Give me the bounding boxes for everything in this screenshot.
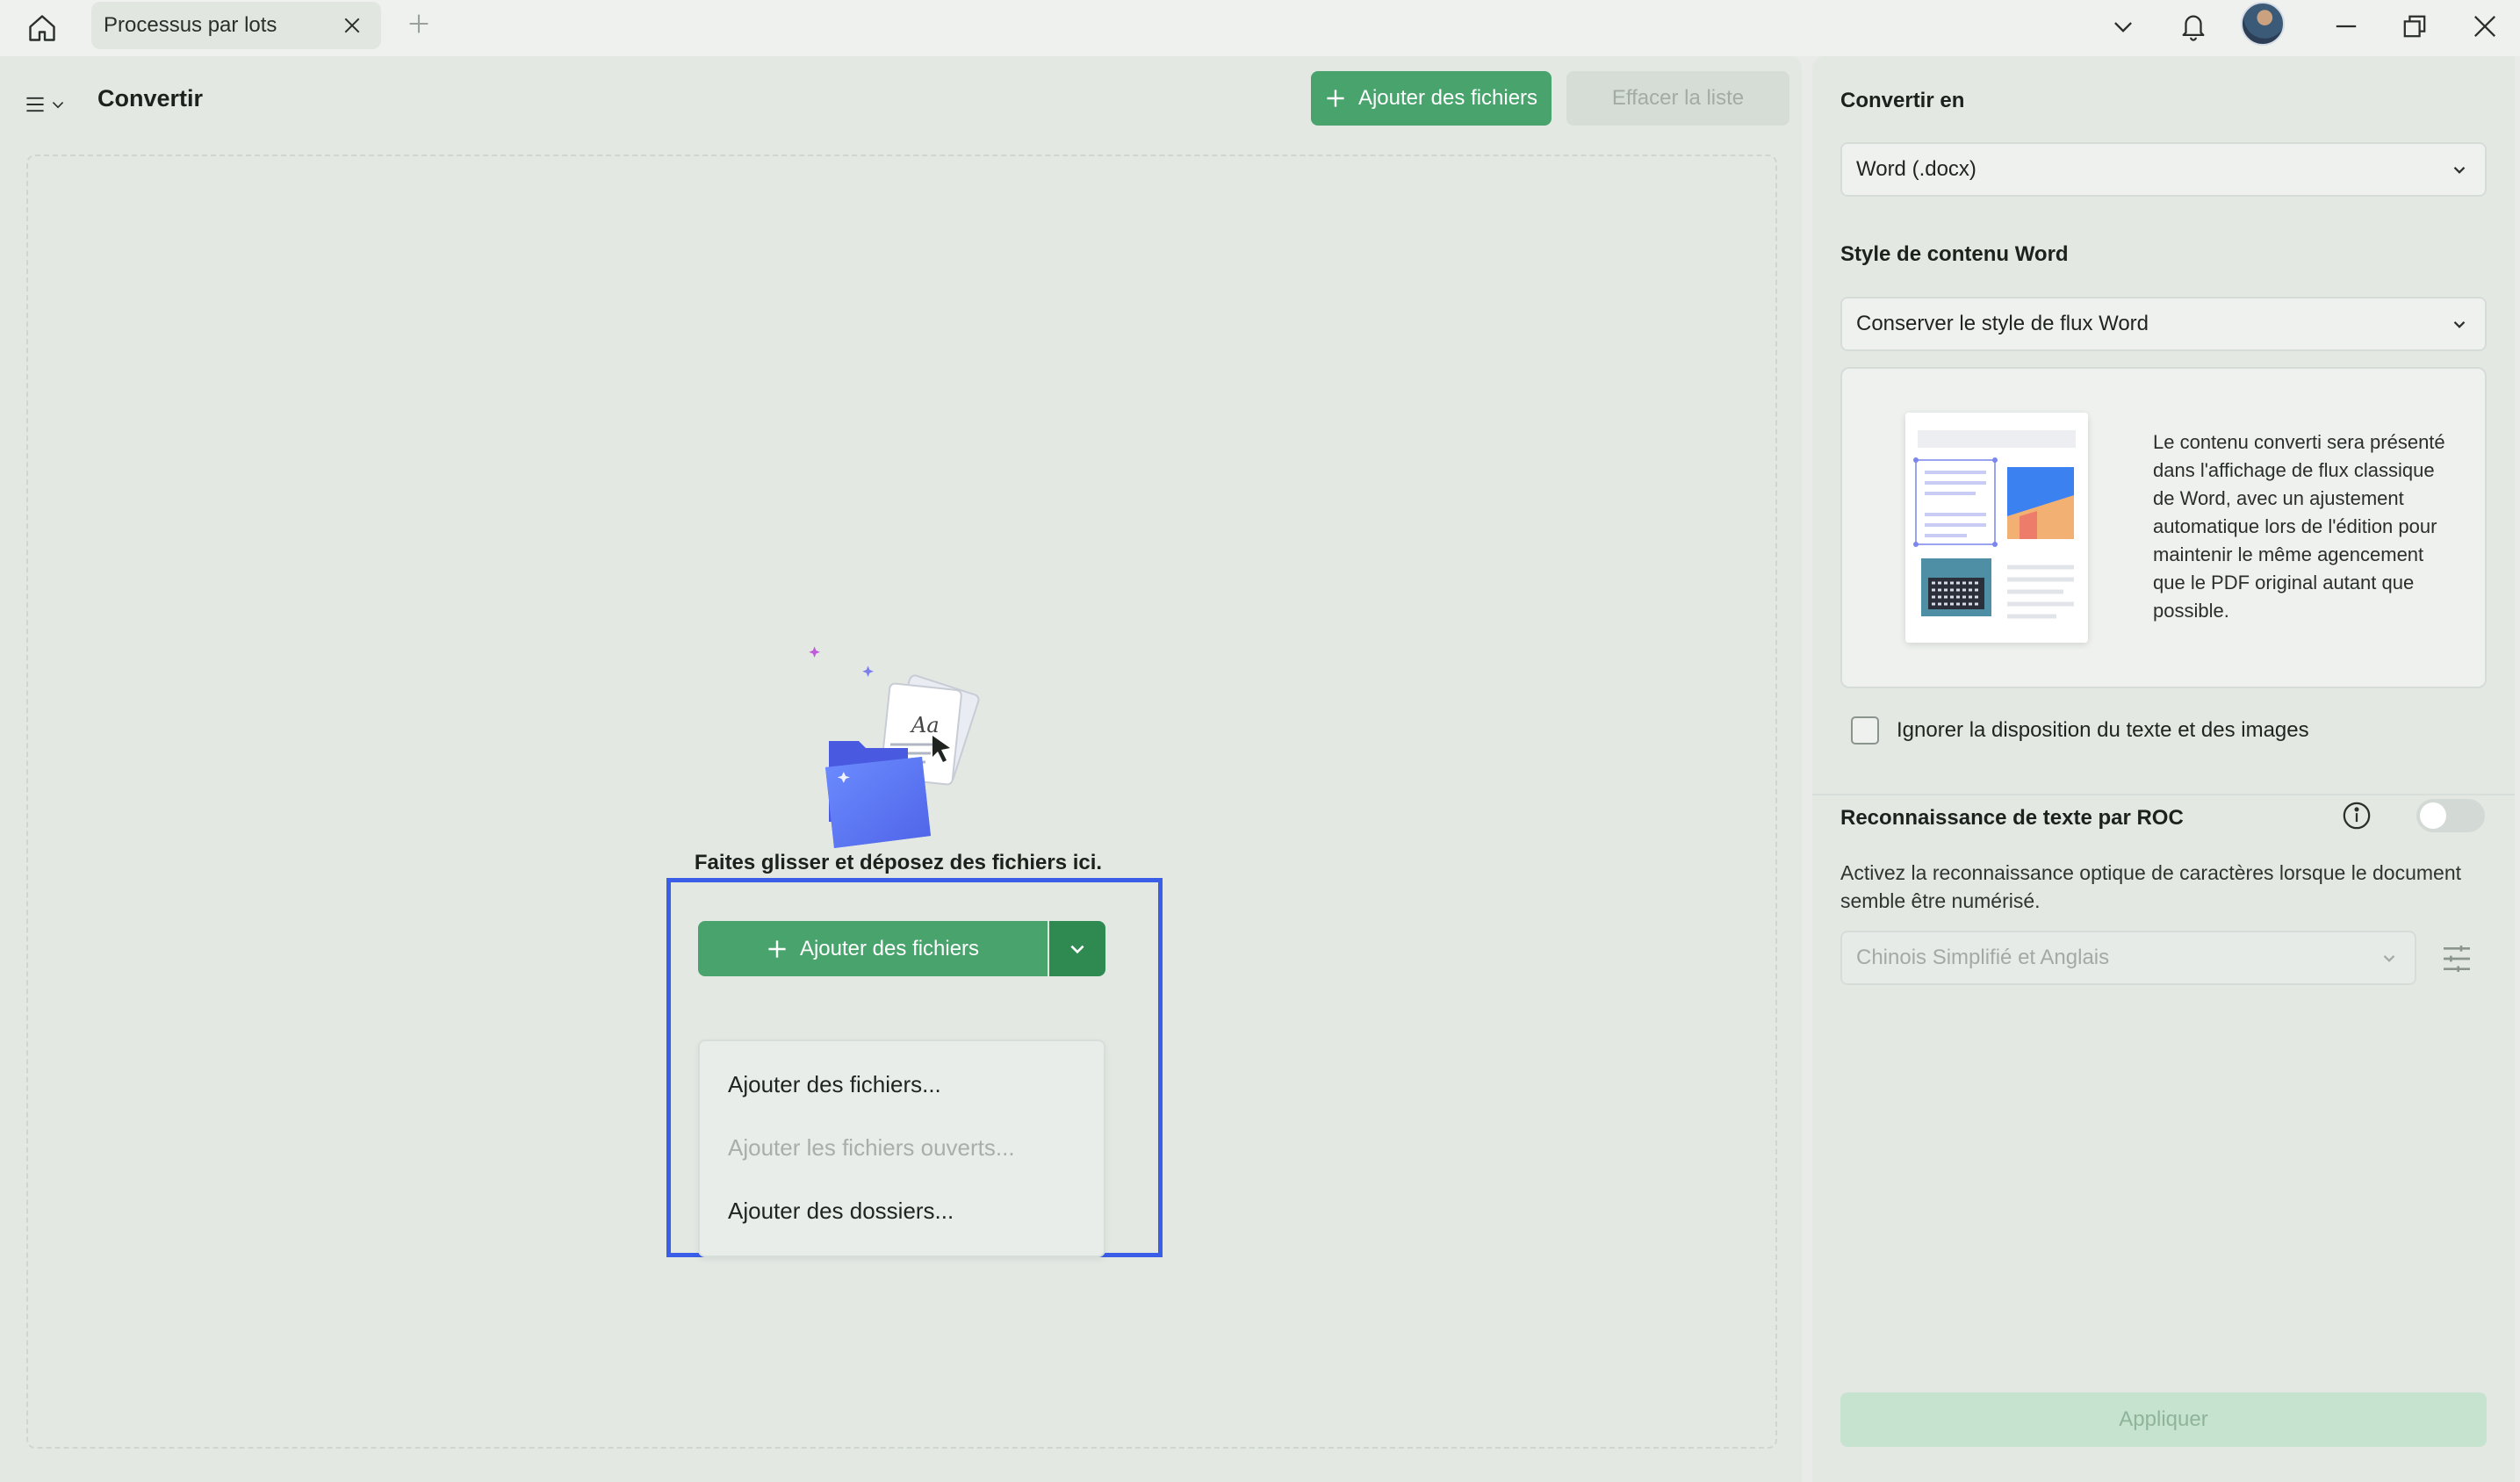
page-title: Convertir	[97, 85, 204, 112]
chevron-down-icon	[1070, 945, 1084, 953]
drop-instruction: Faites glisser et déposez des fichiers i…	[0, 851, 1802, 875]
minimize-button[interactable]	[2325, 5, 2367, 47]
notifications-button[interactable]	[2172, 5, 2214, 47]
hamburger-icon	[26, 97, 44, 112]
menu-item-add-folders[interactable]: Ajouter des dossiers...	[728, 1198, 954, 1225]
apply-label: Appliquer	[2119, 1407, 2208, 1431]
minimize-icon	[2336, 25, 2357, 28]
folder-documents-illustration: Aa	[809, 646, 980, 848]
plus-icon	[1327, 90, 1344, 107]
menu-item-add-open-files[interactable]: Ajouter les fichiers ouverts...	[728, 1134, 1015, 1162]
ocr-language-select[interactable]: Chinois Simplifié et Anglais	[1840, 931, 2416, 985]
tab-batch-process[interactable]: Processus par lots	[91, 2, 381, 49]
add-files-label: Ajouter des fichiers	[1357, 86, 1538, 110]
chevron-down-icon	[2114, 22, 2132, 32]
word-style-value: Conserver le style de flux Word	[1856, 312, 2149, 335]
drop-instruction-text: Faites glisser et déposez des fichiers i…	[694, 851, 1103, 874]
convert-to-value: Word (.docx)	[1856, 157, 1976, 181]
add-files-split-button: Ajouter des fichiers	[698, 921, 1105, 976]
ocr-language-value: Chinois Simplifié et Anglais	[1856, 946, 2110, 969]
ocr-toggle[interactable]	[2416, 799, 2485, 832]
close-icon	[344, 18, 360, 33]
clear-list-button[interactable]: Effacer la liste	[1566, 71, 1789, 126]
apply-button[interactable]: Appliquer	[1840, 1392, 2487, 1447]
convert-to-select[interactable]: Word (.docx)	[1840, 142, 2487, 197]
sliders-icon[interactable]	[2439, 941, 2474, 976]
ocr-description: Activez la reconnaissance optique de car…	[1840, 861, 2462, 912]
style-description: Le contenu converti sera présenté dans l…	[2153, 431, 2445, 622]
title-bar: Processus par lots	[0, 0, 2520, 56]
section-divider	[1812, 794, 2515, 795]
close-window-button[interactable]	[2464, 5, 2506, 47]
bell-icon	[2182, 15, 2205, 41]
word-style-label: Style de contenu Word	[1840, 242, 2069, 266]
menu-item-add-files[interactable]: Ajouter des fichiers...	[728, 1071, 941, 1098]
restore-icon	[2403, 15, 2426, 38]
settings-panel: Convertir en Word (.docx) Style de conte…	[1812, 56, 2515, 1482]
chevron-down-icon	[2453, 167, 2466, 174]
chevron-down-icon	[2383, 955, 2395, 962]
restore-button[interactable]	[2394, 5, 2436, 47]
tab-label: Processus par lots	[104, 13, 277, 37]
home-button[interactable]	[19, 5, 65, 51]
convert-to-label: Convertir en	[1840, 89, 1965, 112]
plus-icon	[768, 939, 786, 958]
add-files-menu: Ajouter des fichiers... Ajouter les fich…	[698, 1040, 1105, 1257]
menu-button[interactable]	[25, 86, 74, 123]
plus-icon	[409, 14, 428, 33]
dropdown-button[interactable]	[2102, 5, 2144, 47]
ignore-layout-checkbox[interactable]	[1851, 716, 1879, 745]
avatar[interactable]	[2241, 2, 2285, 46]
word-style-select[interactable]: Conserver le style de flux Word	[1840, 297, 2487, 351]
add-files-main-label: Ajouter des fichiers	[799, 936, 980, 960]
add-files-button[interactable]: Ajouter des fichiers	[1311, 71, 1552, 126]
flow-layout-preview-image	[1905, 413, 2088, 643]
main-panel: Convertir Ajouter des fichiers Effacer l…	[0, 56, 1802, 1482]
new-tab-button[interactable]	[404, 9, 434, 39]
ignore-layout-option[interactable]: Ignorer la disposition du texte et des i…	[1851, 716, 2309, 745]
home-icon	[29, 15, 55, 41]
chevron-down-icon	[2453, 321, 2466, 328]
ignore-layout-label: Ignorer la disposition du texte et des i…	[1897, 718, 2309, 742]
close-icon	[2474, 16, 2495, 37]
chevron-down-icon	[52, 102, 64, 109]
svg-text:Aa: Aa	[910, 713, 940, 737]
tab-close-button[interactable]	[339, 12, 365, 39]
ocr-label: Reconnaissance de texte par ROC	[1840, 806, 2184, 830]
add-files-dropdown-toggle[interactable]	[1049, 921, 1105, 976]
info-icon[interactable]	[2342, 801, 2372, 831]
add-files-main-button[interactable]: Ajouter des fichiers	[698, 921, 1048, 976]
style-preview-card: Le contenu converti sera présenté dans l…	[1840, 367, 2487, 688]
clear-list-label: Effacer la liste	[1611, 86, 1745, 110]
